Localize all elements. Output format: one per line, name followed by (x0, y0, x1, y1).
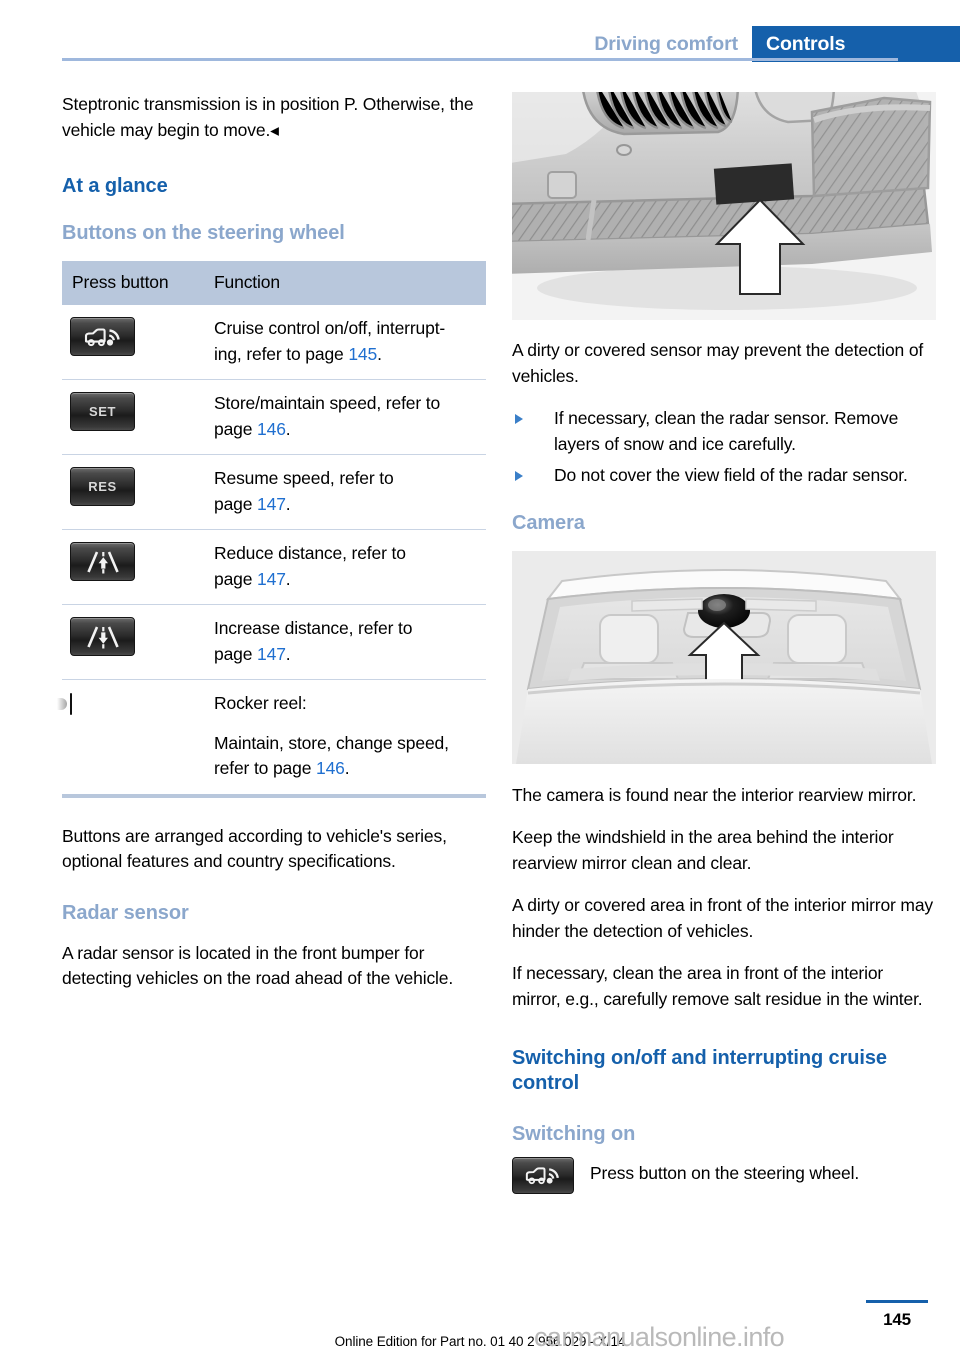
function-line-suffix: . (285, 643, 291, 664)
res-button-icon: RES (70, 467, 135, 506)
increase-distance-button-icon (70, 617, 135, 656)
res-button-label: RES (88, 478, 117, 494)
table-cell-icon: RES (62, 454, 204, 530)
page-reference-link[interactable]: 145 (348, 344, 377, 364)
list-item: Do not cover the view field of the radar… (512, 463, 936, 489)
table-cell-icon (62, 529, 204, 605)
list-item: If necessary, clean the radar sensor. Re… (512, 406, 936, 457)
bullet-triangle-icon (515, 414, 523, 424)
function-line-suffix: . (285, 568, 291, 589)
camera-paragraph: Keep the windshield in the area behind t… (512, 827, 894, 873)
table-row: Cruise control on/off, interrupt- ing, r… (62, 305, 486, 380)
function-line: refer to page (214, 758, 316, 778)
table-cell-function: Cruise control on/off, interrupt- ing, r… (204, 305, 486, 380)
table-row: Increase distance, refer to page 147. (62, 604, 486, 680)
header-divider-rule (62, 58, 898, 61)
page-reference-link[interactable]: 146 (316, 758, 345, 778)
heading-switching-cruise-control: Switching on/off and interrupting cruise… (512, 1047, 887, 1094)
function-line: page (214, 643, 258, 664)
figure-radar-sensor-location (512, 92, 936, 320)
list-item-text: Do not cover the view field of the radar… (554, 465, 908, 485)
function-line-suffix: . (377, 343, 382, 364)
right-column: A dirty or covered sensor may prevent th… (512, 92, 936, 1194)
table-row: Rocker reel: Maintain, store, change spe… (62, 679, 486, 794)
heading-buttons-on-steering-wheel: Buttons on the steering wheel (62, 222, 345, 244)
online-edition-notice: Online Edition for Part no. 01 40 2 956 … (334, 1334, 626, 1349)
cruise-control-button-icon (512, 1157, 574, 1194)
heading-switching-on: Switching on (512, 1123, 636, 1145)
table-header-row: Press button Function (62, 261, 486, 305)
table-cell-icon (62, 679, 204, 794)
switching-on-step-row: Press button on the steering wheel. (512, 1157, 936, 1194)
function-line: Resume speed, refer to (214, 468, 394, 488)
list-item-text: If necessary, clean the radar sensor. Re… (554, 408, 899, 454)
set-button-label: SET (88, 403, 117, 419)
buttons-arrangement-paragraph: Buttons are arranged according to vehicl… (62, 825, 447, 872)
bullet-triangle-icon (515, 471, 523, 481)
figure-camera-location (512, 550, 936, 764)
site-watermark: carmanualsonline.info (534, 1322, 785, 1352)
page-reference-link[interactable]: 146 (257, 419, 286, 439)
header-tabs: Driving comfort Controls (580, 26, 960, 62)
left-column: Steptronic transmission is in position P… (62, 92, 486, 1009)
table-cell-function: Store/maintain speed, refer to page 146. (204, 379, 486, 455)
intro-paragraph: Steptronic transmission is in position P… (62, 94, 474, 140)
function-line: Rocker reel: (214, 693, 307, 713)
cruise-control-button-icon (70, 317, 135, 356)
table-cell-function: Rocker reel: Maintain, store, change spe… (204, 679, 486, 794)
function-line-suffix: . (285, 418, 291, 439)
function-line-suffix: . (344, 758, 350, 778)
table-cell-icon (62, 604, 204, 680)
function-line: Reduce distance, refer to (214, 543, 406, 563)
page-reference-link[interactable]: 147 (257, 569, 286, 589)
page-number: 145 (883, 1310, 911, 1329)
radar-sensor-paragraph: A radar sensor is located in the front b… (62, 942, 454, 989)
radar-dirty-paragraph: A dirty or covered sensor may prevent th… (512, 340, 924, 386)
table-row: SET Store/maintain speed, refer to page … (62, 379, 486, 455)
table-cell-function: Reduce distance, refer to page 147. (204, 529, 486, 605)
column-header-function: Function (204, 261, 486, 305)
column-header-press-button: Press button (62, 261, 204, 305)
page-header: Driving comfort Controls (0, 0, 960, 62)
set-button-icon: SET (70, 392, 135, 431)
function-line-suffix: . (285, 493, 291, 514)
function-line: page (214, 568, 258, 589)
table-cell-icon (62, 305, 204, 380)
rocker-reel-icon (70, 693, 72, 715)
function-line: Increase distance, refer to (214, 618, 413, 638)
camera-paragraph: A dirty or covered area in front of the … (512, 895, 934, 941)
function-line: Maintain, store, change speed, (214, 732, 449, 753)
reduce-distance-button-icon (70, 542, 135, 581)
steering-wheel-buttons-table: Press button Function Cruise control on/… (62, 261, 486, 794)
switching-on-step-text: Press button on the steering wheel. (590, 1163, 860, 1183)
table-cell-icon: SET (62, 379, 204, 455)
heading-camera: Camera (512, 511, 585, 534)
camera-paragraph: If necessary, clean the area in front of… (512, 963, 923, 1009)
active-tab-controls: Controls (752, 26, 960, 62)
page-reference-link[interactable]: 147 (257, 494, 286, 514)
page-reference-link[interactable]: 147 (257, 644, 286, 664)
radar-bullet-list: If necessary, clean the radar sensor. Re… (512, 406, 936, 489)
table-cell-function: Increase distance, refer to page 147. (204, 604, 486, 680)
table-bottom-rule (62, 793, 486, 798)
table-row: RES Resume speed, refer to page 147. (62, 454, 486, 530)
heading-at-a-glance: At a glance (62, 175, 168, 197)
camera-paragraph: The camera is found near the interior re… (512, 784, 917, 805)
heading-radar-sensor: Radar sensor (62, 901, 189, 924)
function-line: page (214, 418, 258, 439)
footer-page-rule (866, 1300, 928, 1303)
function-line: Store/maintain speed, refer to (214, 393, 441, 413)
function-line: ing, refer to page (214, 343, 349, 364)
table-cell-function: Resume speed, refer to page 147. (204, 454, 486, 530)
breadcrumb-section-label: Driving comfort (580, 26, 752, 62)
function-line: page (214, 493, 258, 514)
table-row: Reduce distance, refer to page 147. (62, 529, 486, 605)
function-line: Cruise control on/off, interrupt- (214, 318, 446, 338)
